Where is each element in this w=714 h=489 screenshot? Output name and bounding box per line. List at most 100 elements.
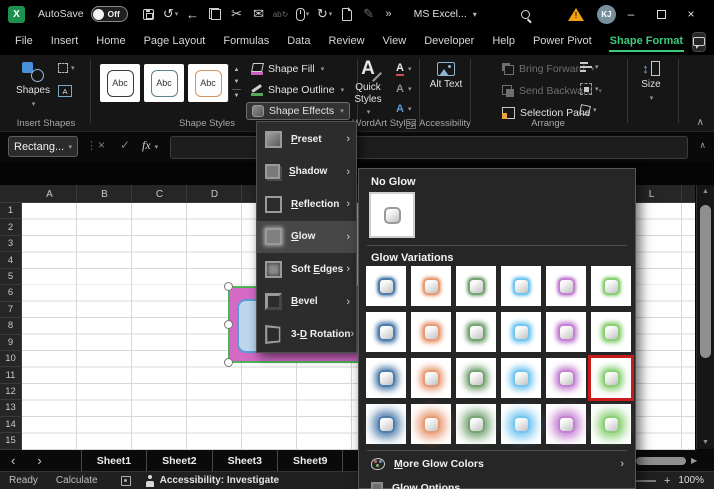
text-effects-button[interactable]: A▾ xyxy=(396,101,411,117)
glow-swatch-r3c4[interactable] xyxy=(501,358,541,398)
row-header-12[interactable]: 12 xyxy=(0,384,22,400)
title-dropdown-icon[interactable]: ▾ xyxy=(473,10,477,19)
row-header-4[interactable]: 4 xyxy=(0,252,22,268)
text-outline-button[interactable]: A▾ xyxy=(396,81,411,97)
glow-swatch-r1c1[interactable] xyxy=(366,266,406,306)
group-objects-button[interactable]: ▾ xyxy=(580,83,599,95)
scroll-down-icon[interactable]: ▼ xyxy=(697,439,714,446)
glow-swatch-r4c5[interactable] xyxy=(546,404,586,444)
macro-record-icon[interactable] xyxy=(121,476,131,486)
scroll-right-icon[interactable]: ▶ xyxy=(691,456,697,465)
shape-style-preview-2[interactable]: Abc xyxy=(144,64,184,102)
glow-swatch-r3c6[interactable] xyxy=(591,358,631,398)
horizontal-scrollbar[interactable]: ▶ xyxy=(636,455,710,466)
glow-swatch-r4c1[interactable] xyxy=(366,404,406,444)
shape-effects-button[interactable]: Shape Effects ▾ xyxy=(246,102,350,120)
glow-swatch-r1c6[interactable] xyxy=(591,266,631,306)
shape-style-preview-1[interactable]: Abc xyxy=(100,64,140,102)
shapes-button[interactable]: Shapes ▾ xyxy=(10,60,56,108)
tab-insert[interactable]: Insert xyxy=(42,30,88,53)
tab-help[interactable]: Help xyxy=(483,30,524,53)
column-header-a[interactable]: A xyxy=(22,185,77,203)
alerts-button[interactable]: ! xyxy=(568,8,584,21)
vertical-scrollbar[interactable]: ▲ ▼ xyxy=(696,185,714,449)
row-header-3[interactable]: 3 xyxy=(0,236,22,252)
style-scroll-up-button[interactable]: ▲ xyxy=(229,64,244,76)
glow-swatch-r4c3[interactable] xyxy=(456,404,496,444)
glow-swatch-r3c2[interactable] xyxy=(411,358,451,398)
row-header-7[interactable]: 7 xyxy=(0,302,22,318)
glow-swatch-r4c2[interactable] xyxy=(411,404,451,444)
tab-file[interactable]: File xyxy=(6,30,42,53)
tab-developer[interactable]: Developer xyxy=(415,30,483,53)
qat-overflow-button[interactable]: » xyxy=(386,8,392,20)
maximize-button[interactable] xyxy=(646,3,676,25)
row-header-11[interactable]: 11 xyxy=(0,367,22,383)
sheet-tab-sheet3[interactable]: Sheet3 xyxy=(213,450,278,471)
menu-item-bevel[interactable]: Bevel› xyxy=(257,286,356,319)
tab-page-layout[interactable]: Page Layout xyxy=(135,30,215,53)
align-objects-button[interactable]: ▾ xyxy=(580,62,599,72)
sheet-nav-next-button[interactable]: › xyxy=(26,452,52,470)
row-header-15[interactable]: 15 xyxy=(0,433,22,449)
expand-formula-bar-button[interactable]: ∧ xyxy=(699,140,706,151)
confirm-entry-button[interactable]: ✓ xyxy=(120,138,130,152)
column-header-b[interactable]: B xyxy=(77,185,132,203)
tab-formulas[interactable]: Formulas xyxy=(214,30,278,53)
menu-item-reflection[interactable]: Reflection› xyxy=(257,188,356,221)
row-header-9[interactable]: 9 xyxy=(0,335,22,351)
text-fill-button[interactable]: A▾ xyxy=(396,61,411,77)
glow-swatch-r2c5[interactable] xyxy=(546,312,586,352)
menu-item-3-d-rotation[interactable]: 3-D Rotation› xyxy=(257,318,356,351)
glow-swatch-r4c4[interactable] xyxy=(501,404,541,444)
shape-outline-button[interactable]: Shape Outline ▾ xyxy=(246,81,349,99)
scroll-up-icon[interactable]: ▲ xyxy=(697,188,714,195)
vertical-scrollbar-thumb[interactable] xyxy=(700,205,711,358)
glow-swatch-r3c3[interactable] xyxy=(456,358,496,398)
glow-swatch-r3c1[interactable] xyxy=(366,358,406,398)
glow-swatch-r3c5[interactable] xyxy=(546,358,586,398)
glow-swatch-r2c6[interactable] xyxy=(591,312,631,352)
new-file-button[interactable] xyxy=(336,3,358,25)
zoom-in-button[interactable]: + xyxy=(664,475,670,487)
glow-options-item[interactable]: Glow Options... xyxy=(366,477,630,489)
row-header-1[interactable]: 1 xyxy=(0,203,22,219)
horizontal-scrollbar-thumb[interactable] xyxy=(636,457,686,465)
cancel-entry-button[interactable]: × xyxy=(98,138,105,152)
menu-item-soft-edges[interactable]: Soft Edges› xyxy=(257,253,356,286)
shape-handle-bottom-left[interactable] xyxy=(224,358,233,367)
glow-swatch-r2c3[interactable] xyxy=(456,312,496,352)
menu-item-shadow[interactable]: Shadow› xyxy=(257,156,356,189)
comments-button[interactable] xyxy=(692,32,706,52)
sheet-tab-sheet9[interactable]: Sheet9 xyxy=(278,450,343,471)
glow-swatch-r1c5[interactable] xyxy=(546,266,586,306)
glow-swatch-r1c4[interactable] xyxy=(501,266,541,306)
shape-style-preview-3[interactable]: Abc xyxy=(188,64,228,102)
insert-function-button[interactable]: fx ▾ xyxy=(142,138,158,153)
glow-swatch-r4c6[interactable] xyxy=(591,404,631,444)
no-glow-swatch[interactable] xyxy=(369,192,415,238)
tab-data[interactable]: Data xyxy=(278,30,319,53)
minimize-button[interactable]: – xyxy=(616,3,646,25)
edit-shape-button[interactable]: ▾ xyxy=(58,63,75,73)
collapse-ribbon-button[interactable]: ∧ xyxy=(697,117,704,128)
back-button[interactable]: ← xyxy=(182,3,204,25)
row-header-5[interactable]: 5 xyxy=(0,269,22,285)
row-headers[interactable]: 123456789101112131415 xyxy=(0,203,22,450)
size-button[interactable]: ↕ Size ▾ xyxy=(632,59,670,102)
row-header-2[interactable]: 2 xyxy=(0,219,22,235)
accessibility-status[interactable]: Accessibility: Investigate xyxy=(155,475,280,486)
tab-shape-format[interactable]: Shape Format xyxy=(601,30,692,53)
touch-mouse-mode-button[interactable]: ▾ xyxy=(292,3,314,25)
tab-power-pivot[interactable]: Power Pivot xyxy=(524,30,601,53)
copy-button[interactable] xyxy=(204,3,226,25)
autosave-toggle[interactable]: Off xyxy=(91,6,128,22)
tab-view[interactable]: View xyxy=(374,30,416,53)
cut-button[interactable]: ✂ xyxy=(226,3,248,25)
row-header-13[interactable]: 13 xyxy=(0,400,22,416)
row-header-10[interactable]: 10 xyxy=(0,351,22,367)
sheet-nav-previous-button[interactable]: ‹ xyxy=(0,452,26,470)
avatar[interactable]: KJ xyxy=(597,5,616,24)
save-button[interactable] xyxy=(138,3,160,25)
style-scroll-down-button[interactable]: ▼ xyxy=(229,76,244,88)
